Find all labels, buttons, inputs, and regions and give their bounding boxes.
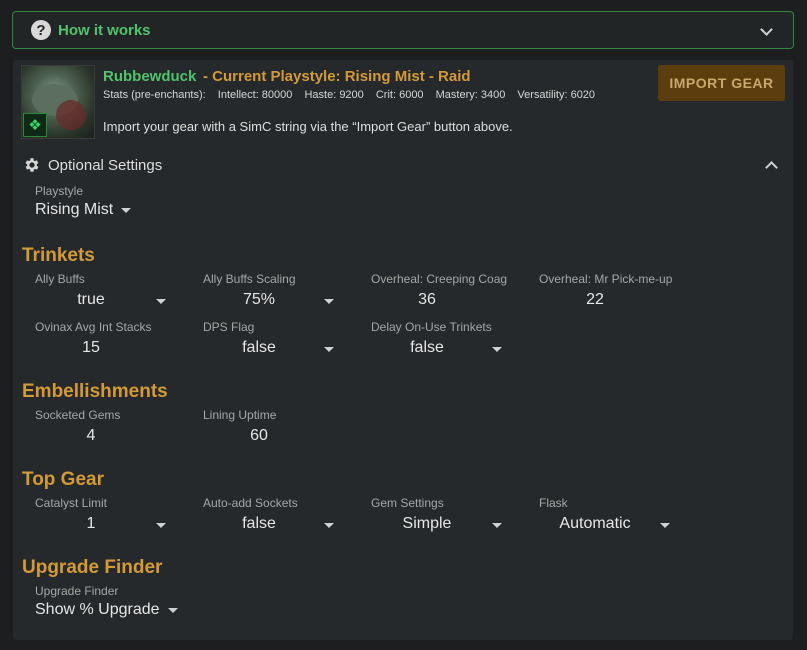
ally-buffs-scaling-label: Ally Buffs Scaling (203, 272, 296, 286)
caret-down-icon (121, 207, 132, 213)
ally-buffs-scaling-field[interactable]: Ally Buffs Scaling 75% (203, 272, 353, 313)
ally-buffs-select[interactable]: true (35, 289, 185, 313)
catalyst-limit-label: Catalyst Limit (35, 496, 108, 510)
caret-down-icon (492, 347, 502, 352)
import-gear-button[interactable]: IMPORT GEAR (658, 65, 785, 101)
delay-on-use-label: Delay On-Use Trinkets (371, 320, 492, 334)
playstyle-label: Playstyle (35, 184, 84, 198)
auto-add-sockets-field[interactable]: Auto-add Sockets false (203, 496, 353, 537)
caret-down-icon (324, 523, 334, 528)
lining-uptime-field[interactable]: Lining Uptime 60 (203, 408, 353, 449)
gem-settings-field[interactable]: Gem Settings Simple (371, 496, 521, 537)
stat-crit: Crit: 6000 (375, 89, 424, 101)
section-title-upgrade-finder: Upgrade Finder (22, 557, 163, 578)
catalyst-limit-select[interactable]: 1 (35, 513, 185, 537)
delay-on-use-field[interactable]: Delay On-Use Trinkets false (371, 320, 521, 361)
caret-down-icon (492, 523, 502, 528)
ovinax-stacks-value: 15 (82, 339, 100, 356)
ovinax-stacks-field[interactable]: Ovinax Avg Int Stacks 15 (35, 320, 185, 361)
overheal-mr-pick-me-up-input[interactable]: 22 (539, 289, 689, 313)
caret-down-icon (660, 523, 670, 528)
overheal-creeping-coag-label: Overheal: Creeping Coag (371, 272, 508, 286)
spec-badge-icon: ❖ (23, 113, 47, 137)
catalyst-limit-field[interactable]: Catalyst Limit 1 (35, 496, 185, 537)
overheal-mr-pick-me-up-label: Overheal: Mr Pick-me-up (539, 272, 673, 286)
overheal-creeping-coag-field[interactable]: Overheal: Creeping Coag 36 (371, 272, 521, 313)
gem-settings-value: Simple (402, 515, 452, 532)
question-circle-icon: ? (31, 20, 51, 40)
overheal-creeping-coag-value: 36 (418, 291, 436, 308)
playstyle-field: Playstyle Rising Mist (35, 184, 185, 219)
playstyle-value: Rising Mist (35, 201, 114, 218)
auto-add-sockets-label: Auto-add Sockets (203, 496, 298, 510)
socketed-gems-value: 4 (86, 427, 96, 444)
upgrade-finder-value: Show % Upgrade (35, 601, 160, 618)
upgrade-finder-select[interactable]: Show % Upgrade (35, 601, 235, 619)
stats-prefix: Stats (pre-enchants): (103, 89, 206, 101)
settings-panel: ❖ Rubbewduck - Current Playstyle: Rising… (13, 60, 793, 640)
ally-buffs-scaling-select[interactable]: 75% (203, 289, 353, 313)
catalyst-limit-value: 1 (86, 515, 96, 532)
gear-icon (25, 158, 39, 172)
stat-haste: Haste: 9200 (304, 89, 364, 101)
dps-flag-value: false (242, 339, 276, 356)
character-avatar: ❖ (21, 65, 95, 139)
chevron-down-icon (760, 23, 773, 36)
ally-buffs-label: Ally Buffs (35, 272, 85, 286)
upgrade-finder-label: Upgrade Finder (35, 584, 119, 598)
character-stats: Stats (pre-enchants): Intellect: 80000 H… (103, 89, 604, 101)
caret-down-icon (324, 299, 334, 304)
stat-mastery: Mastery: 3400 (435, 89, 506, 101)
current-playstyle-title: - Current Playstyle: Rising Mist - Raid (203, 68, 471, 85)
socketed-gems-input[interactable]: 4 (35, 425, 185, 449)
upgrade-finder-field[interactable]: Upgrade Finder Show % Upgrade (35, 584, 235, 619)
lining-uptime-input[interactable]: 60 (203, 425, 353, 449)
flask-select[interactable]: Automatic (539, 513, 689, 537)
flask-value: Automatic (559, 515, 631, 532)
ovinax-stacks-label: Ovinax Avg Int Stacks (35, 320, 152, 334)
caret-down-icon (324, 347, 334, 352)
lining-uptime-label: Lining Uptime (203, 408, 277, 422)
ally-buffs-value: true (77, 291, 105, 308)
optional-settings-label: Optional Settings (48, 156, 163, 174)
section-title-trinkets: Trinkets (22, 245, 95, 266)
caret-down-icon (156, 299, 166, 304)
flask-field[interactable]: Flask Automatic (539, 496, 689, 537)
flask-label: Flask (539, 496, 568, 510)
character-name: Rubbewduck (103, 68, 197, 85)
socketed-gems-field[interactable]: Socketed Gems 4 (35, 408, 185, 449)
overheal-mr-pick-me-up-value: 22 (586, 291, 604, 308)
section-title-top-gear: Top Gear (22, 469, 104, 490)
ally-buffs-scaling-value: 75% (242, 291, 276, 308)
overheal-mr-pick-me-up-field[interactable]: Overheal: Mr Pick-me-up 22 (539, 272, 689, 313)
how-it-works-label: How it works (58, 21, 151, 39)
gem-settings-label: Gem Settings (371, 496, 444, 510)
socketed-gems-label: Socketed Gems (35, 408, 121, 422)
stat-versatility: Versatility: 6020 (517, 89, 596, 101)
gem-settings-select[interactable]: Simple (371, 513, 521, 537)
dps-flag-label: DPS Flag (203, 320, 255, 334)
playstyle-select[interactable]: Rising Mist (35, 201, 185, 219)
dps-flag-select[interactable]: false (203, 337, 353, 361)
ovinax-stacks-input[interactable]: 15 (35, 337, 185, 361)
delay-on-use-select[interactable]: false (371, 337, 521, 361)
stat-intellect: Intellect: 80000 (217, 89, 293, 101)
optional-settings-toggle[interactable]: Optional Settings (23, 156, 162, 174)
how-it-works-toggle[interactable]: ? How it works (12, 11, 794, 49)
ally-buffs-field[interactable]: Ally Buffs true (35, 272, 185, 313)
lining-uptime-value: 60 (250, 427, 268, 444)
auto-add-sockets-select[interactable]: false (203, 513, 353, 537)
delay-on-use-value: false (410, 339, 444, 356)
caret-down-icon (156, 523, 166, 528)
dps-flag-field[interactable]: DPS Flag false (203, 320, 353, 361)
auto-add-sockets-value: false (242, 515, 276, 532)
chevron-up-icon[interactable] (765, 161, 778, 174)
section-title-embellishments: Embellishments (22, 381, 168, 402)
overheal-creeping-coag-input[interactable]: 36 (371, 289, 521, 313)
caret-down-icon (167, 607, 178, 613)
import-instructions: Import your gear with a SimC string via … (103, 119, 513, 134)
